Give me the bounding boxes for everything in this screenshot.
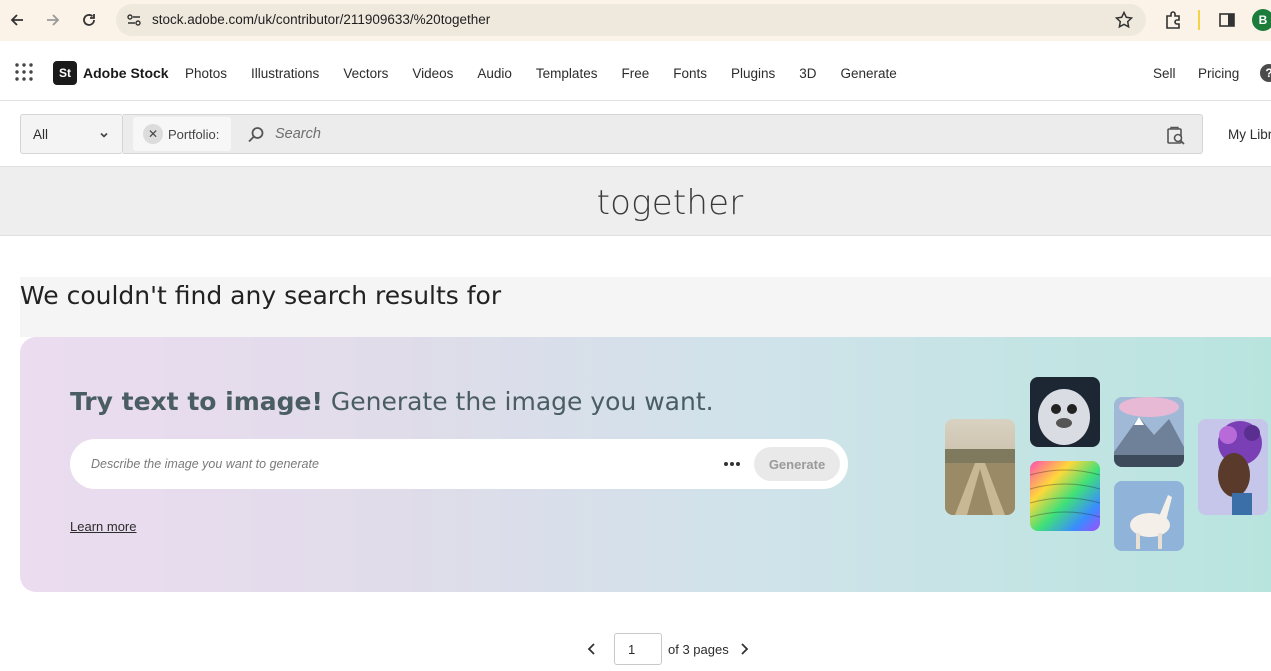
nav-templates[interactable]: Templates bbox=[536, 66, 598, 81]
sidebar-icon[interactable] bbox=[1217, 10, 1237, 30]
promo-headline-rest: Generate the image you want. bbox=[322, 387, 714, 416]
pagination: 1 of 3 pages bbox=[0, 632, 1271, 666]
sample-image-rainbow-texture bbox=[1030, 461, 1100, 531]
nav-fonts[interactable]: Fonts bbox=[673, 66, 707, 81]
no-results-message: We couldn't find any search results for bbox=[20, 281, 502, 310]
url-text[interactable]: stock.adobe.com/uk/contributor/211909633… bbox=[152, 12, 490, 27]
my-libraries-link[interactable]: My Libr bbox=[1228, 127, 1271, 142]
no-results-section: We couldn't find any search results for bbox=[20, 277, 1271, 337]
text-to-image-promo: Try text to image! Generate the image yo… bbox=[20, 337, 1271, 592]
nav-photos[interactable]: Photos bbox=[185, 66, 227, 81]
generate-button[interactable]: Generate bbox=[754, 447, 840, 481]
top-nav: Photos Illustrations Vectors Videos Audi… bbox=[173, 66, 909, 81]
nav-sell[interactable]: Sell bbox=[1153, 66, 1176, 81]
nav-plugins[interactable]: Plugins bbox=[731, 66, 775, 81]
nav-audio[interactable]: Audio bbox=[477, 66, 512, 81]
close-icon[interactable]: ✕ bbox=[143, 124, 163, 144]
sample-image-seal bbox=[1030, 377, 1100, 447]
nav-pricing[interactable]: Pricing bbox=[1198, 66, 1239, 81]
app-grid-icon[interactable] bbox=[15, 63, 33, 81]
visual-search-icon[interactable] bbox=[1166, 126, 1186, 146]
sample-image-road bbox=[945, 419, 1015, 515]
adobe-stock-logo[interactable]: St Adobe Stock bbox=[53, 61, 169, 85]
nav-vectors[interactable]: Vectors bbox=[343, 66, 388, 81]
reload-icon[interactable] bbox=[78, 9, 100, 31]
query-banner: together bbox=[0, 166, 1271, 236]
promo-headline-bold: Try text to image! bbox=[70, 387, 323, 416]
sample-image-portrait bbox=[1198, 419, 1268, 515]
search-icon bbox=[247, 126, 265, 144]
extensions-icon[interactable] bbox=[1164, 10, 1184, 30]
search-box[interactable]: ✕ Portfolio: Search bbox=[123, 114, 1203, 154]
site-settings-icon[interactable] bbox=[126, 12, 142, 28]
address-bar[interactable]: stock.adobe.com/uk/contributor/211909633… bbox=[116, 4, 1146, 36]
search-input[interactable]: Search bbox=[275, 126, 321, 142]
portfolio-filter-chip[interactable]: ✕ Portfolio: bbox=[133, 117, 231, 151]
portfolio-chip-label: Portfolio: bbox=[168, 126, 220, 142]
logo-name: Adobe Stock bbox=[83, 65, 169, 81]
search-row: All ✕ Portfolio: Search My Libr bbox=[0, 102, 1271, 166]
nav-illustrations[interactable]: Illustrations bbox=[251, 66, 319, 81]
page-number-input[interactable]: 1 bbox=[614, 633, 662, 665]
sample-image-unicorn bbox=[1114, 481, 1184, 551]
profile-avatar[interactable]: B bbox=[1252, 9, 1271, 31]
site-header: St Adobe Stock Photos Illustrations Vect… bbox=[0, 41, 1271, 101]
query-title: together bbox=[596, 183, 744, 223]
generate-prompt-field[interactable]: Describe the image you want to generate … bbox=[70, 439, 848, 489]
asset-type-value: All bbox=[33, 127, 49, 142]
toolbar-divider bbox=[1198, 10, 1200, 30]
chevron-down-icon bbox=[98, 128, 110, 140]
sample-image-mountain bbox=[1114, 397, 1184, 467]
page-total-label: of 3 pages bbox=[668, 642, 729, 657]
nav-free[interactable]: Free bbox=[621, 66, 649, 81]
nav-3d[interactable]: 3D bbox=[799, 66, 816, 81]
nav-generate[interactable]: Generate bbox=[841, 66, 897, 81]
star-icon[interactable] bbox=[1114, 10, 1134, 30]
learn-more-link[interactable]: Learn more bbox=[70, 519, 136, 534]
promo-headline: Try text to image! Generate the image yo… bbox=[70, 387, 714, 416]
generate-prompt-placeholder: Describe the image you want to generate bbox=[91, 457, 319, 471]
help-icon[interactable]: ? bbox=[1260, 64, 1271, 82]
chevron-right-icon[interactable] bbox=[736, 640, 752, 658]
more-options-icon[interactable] bbox=[722, 455, 742, 473]
chevron-left-icon[interactable] bbox=[584, 640, 600, 658]
asset-type-select[interactable]: All bbox=[20, 114, 123, 154]
nav-videos[interactable]: Videos bbox=[412, 66, 453, 81]
back-icon[interactable] bbox=[6, 9, 28, 31]
browser-toolbar: stock.adobe.com/uk/contributor/211909633… bbox=[0, 0, 1271, 41]
logo-mark: St bbox=[53, 61, 77, 85]
forward-icon[interactable] bbox=[42, 9, 64, 31]
